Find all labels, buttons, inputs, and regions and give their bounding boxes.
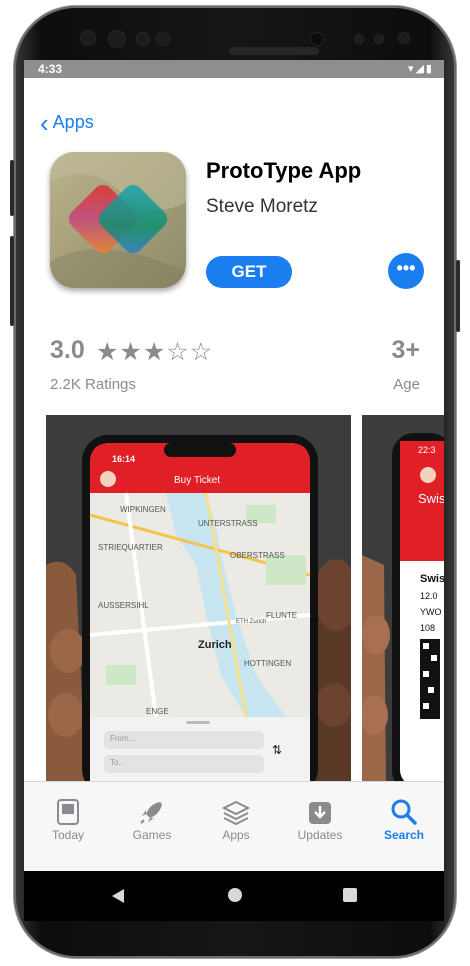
shot2-time: 22:3 (418, 445, 436, 455)
shot2-text: 12.0 (420, 591, 438, 601)
more-options-button[interactable]: ••• (388, 253, 424, 289)
get-button[interactable]: GET (206, 256, 292, 288)
map-label: Zurich (198, 639, 232, 651)
tab-label: Search (383, 828, 425, 842)
from-field: From... (110, 734, 136, 743)
triangle-back-icon (112, 889, 124, 903)
top-bezel (24, 14, 444, 60)
map-label: AUSSERSIHL (98, 601, 149, 610)
tab-updates[interactable]: Updates (280, 796, 360, 842)
ratings-count: 2.2K Ratings (50, 376, 136, 393)
map-label: FLUNTE (266, 611, 298, 620)
app-title: ProtoType App (206, 158, 362, 183)
shot2-text: 108 (420, 623, 436, 633)
map-label: OBERSTRASS (230, 551, 285, 560)
shot2-text: Swis (418, 491, 444, 506)
developer-link[interactable]: Steve Moretz (206, 196, 318, 218)
sensor-icon (354, 34, 364, 44)
map-label: ETH Zurich (236, 619, 267, 625)
map-label: ENGE (146, 707, 169, 716)
tab-search[interactable]: Search (364, 796, 444, 842)
speaker-grille (229, 47, 319, 55)
recents-nav-button[interactable] (342, 887, 358, 908)
shot1-header: Buy Ticket (174, 475, 221, 486)
back-label: Apps (52, 112, 94, 132)
tab-label: Updates (297, 828, 343, 842)
square-recents-icon (343, 888, 357, 902)
layers-icon (196, 796, 276, 828)
status-bar: 4:33 ▾◢▮ (24, 60, 444, 78)
shot2-text: Swis (420, 573, 444, 585)
sensor-icon (80, 30, 96, 46)
tab-games[interactable]: Games (112, 796, 192, 842)
map-label: HOTTINGEN (244, 659, 292, 668)
rocket-icon (112, 796, 192, 828)
screen: 4:33 ▾◢▮ ‹ Apps ProtoType App Steve More… (24, 60, 444, 871)
download-icon (280, 796, 360, 828)
home-nav-button[interactable] (226, 886, 244, 909)
sensor-icon (156, 32, 170, 46)
home-circle-icon (228, 888, 242, 902)
status-icons: ▾◢▮ (407, 63, 434, 75)
back-nav-button[interactable] (110, 887, 126, 910)
status-time: 4:33 (38, 62, 63, 76)
map-label: WIPKINGEN (120, 505, 166, 514)
app-icon (50, 152, 186, 288)
swap-icon: ⇅ (272, 743, 283, 757)
volume-button (10, 160, 14, 216)
system-nav-bar (24, 871, 444, 921)
tab-today[interactable]: Today (28, 796, 108, 842)
tab-bar: Today Games Apps Updates Search (24, 781, 444, 871)
sensor-icon (374, 34, 384, 44)
sensor-icon (398, 32, 410, 44)
back-button[interactable]: ‹ Apps (40, 107, 94, 138)
tab-apps[interactable]: Apps (196, 796, 276, 842)
rating-score: 3.0 (50, 336, 85, 364)
screenshot-2[interactable]: 22:3 Swis Swis 12.0 YWO 108 (362, 415, 444, 785)
screenshot-1[interactable]: 16:14 Buy Ticket WIPKINGEN UNTERSTRASS S… (46, 415, 351, 785)
today-icon (28, 796, 108, 828)
power-button (456, 260, 460, 332)
sensor-icon (108, 30, 126, 48)
age-rating: 3+ (391, 336, 420, 364)
chevron-left-icon: ‹ (40, 107, 49, 138)
map-label: STRIEQUARTIER (98, 543, 163, 552)
front-camera-icon (310, 32, 324, 46)
bixby-button (10, 236, 14, 326)
tab-label: Apps (222, 828, 250, 842)
shot1-time: 16:14 (112, 454, 136, 464)
shot2-text: YWO (420, 607, 442, 617)
sensor-icon (136, 32, 150, 46)
search-icon (364, 796, 444, 828)
map-label: UNTERSTRASS (198, 519, 258, 528)
rating-stars: ★★★☆☆ (96, 338, 214, 366)
age-label: Age (393, 376, 420, 393)
tab-label: Games (132, 828, 172, 842)
to-field: To... (110, 758, 126, 767)
tab-label: Today (51, 828, 85, 842)
